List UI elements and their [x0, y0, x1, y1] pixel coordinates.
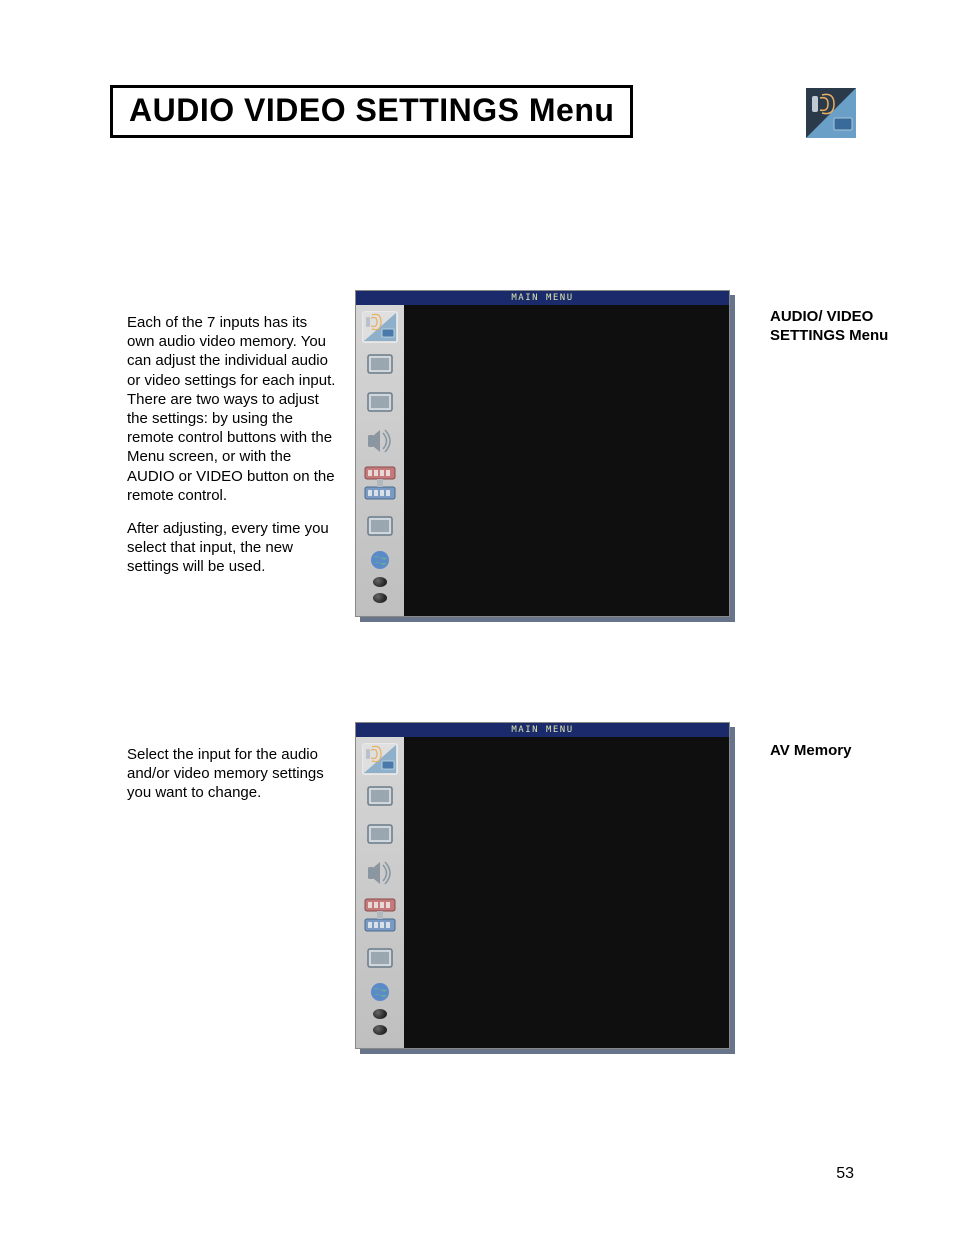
screen-3-icon [362, 511, 398, 543]
section2-heading: AV Memory [770, 742, 890, 761]
osd-inner: MAIN MENU [355, 290, 730, 617]
page-title-box: AUDIO VIDEO SETTINGS Menu [110, 85, 633, 138]
globe-icon [362, 981, 398, 1003]
osd-content-area [404, 737, 729, 1048]
osd-body [356, 305, 729, 616]
screen-1-icon [362, 781, 398, 813]
dot-1-icon [373, 1009, 387, 1019]
osd-content-area [404, 305, 729, 616]
speaker-icon [362, 857, 398, 889]
osd-screenshot-2: MAIN MENU [355, 722, 730, 1049]
dot-2-icon [373, 593, 387, 603]
av-logo-icon [806, 88, 856, 138]
osd-inner: MAIN MENU [355, 722, 730, 1049]
osd-body [356, 737, 729, 1048]
osd-titlebar: MAIN MENU [356, 723, 729, 737]
osd-titlebar: MAIN MENU [356, 291, 729, 305]
av-settings-icon [362, 743, 398, 775]
screen-2-icon [362, 387, 398, 419]
page-number: 53 [836, 1165, 854, 1183]
section2-description: Select the input for the audio and/or vi… [127, 745, 337, 817]
manual-page: AUDIO VIDEO SETTINGS Menu Each of the 7 … [0, 0, 954, 1235]
speaker-icon [362, 425, 398, 457]
captions-icon [362, 895, 398, 937]
screen-2-icon [362, 819, 398, 851]
osd-sidebar [356, 737, 404, 1048]
section1-description: Each of the 7 inputs has its own audio v… [127, 313, 337, 590]
dot-2-icon [373, 1025, 387, 1035]
osd-screenshot-1: MAIN MENU [355, 290, 730, 617]
captions-icon [362, 463, 398, 505]
section1-heading: AUDIO/ VIDEO SETTINGS Menu [770, 308, 890, 346]
section1-paragraph-2: After adjusting, every time you select t… [127, 519, 337, 577]
av-settings-icon [362, 311, 398, 343]
page-title: AUDIO VIDEO SETTINGS Menu [129, 92, 614, 129]
section2-paragraph-1: Select the input for the audio and/or vi… [127, 745, 337, 803]
screen-3-icon [362, 943, 398, 975]
dot-1-icon [373, 577, 387, 587]
globe-icon [362, 549, 398, 571]
osd-sidebar [356, 305, 404, 616]
screen-1-icon [362, 349, 398, 381]
section1-paragraph-1: Each of the 7 inputs has its own audio v… [127, 313, 337, 505]
